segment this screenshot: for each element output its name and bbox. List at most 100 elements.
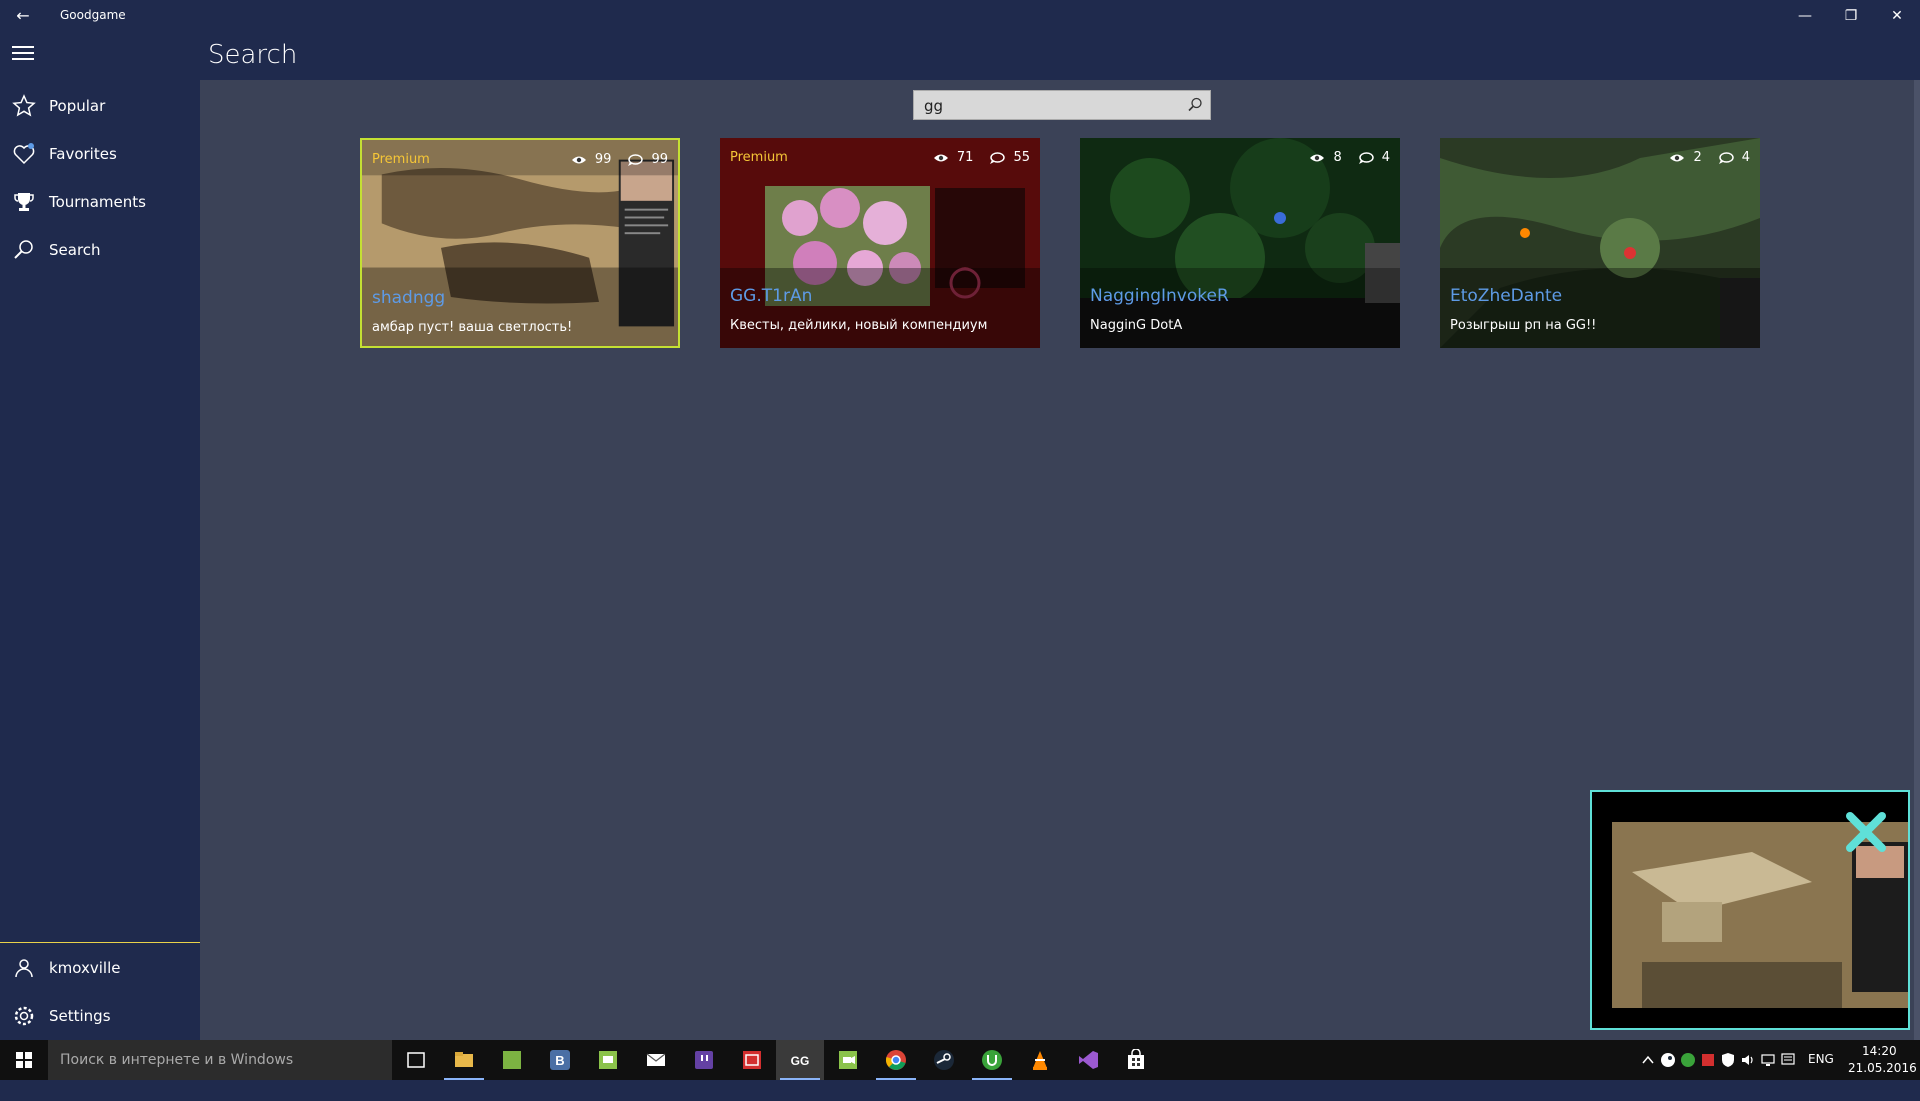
stream-title: амбар пуст! ваша светлость!: [372, 320, 573, 335]
sidebar-item-settings[interactable]: Settings: [0, 996, 200, 1036]
stream-title: Квесты, дейлики, новый компендиум: [730, 318, 988, 333]
comment-icon: [628, 153, 644, 166]
premium-badge: Premium: [372, 152, 430, 167]
volume-icon[interactable]: [1740, 1052, 1756, 1068]
app-icon: [503, 1051, 521, 1069]
search-icon[interactable]: [1186, 96, 1204, 114]
viewer-count: 99: [594, 152, 612, 167]
utorrent-icon: [982, 1050, 1002, 1070]
stream-card[interactable]: 2 4 EtoZheDante Розыгрыш рп на GG!!: [1440, 138, 1760, 348]
windows-start-icon[interactable]: [0, 1040, 48, 1080]
eye-icon: [1670, 154, 1685, 161]
taskbar-app-red[interactable]: [728, 1040, 776, 1080]
stream-thumbnail: [1440, 138, 1760, 348]
stream-card[interactable]: 8 4 NaggingInvokeR NagginG DotA: [1080, 138, 1400, 348]
sidebar-item-label: Tournaments: [49, 193, 146, 211]
taskbar-search[interactable]: Поиск в интернете и в Windows: [48, 1040, 392, 1080]
header: Search: [0, 32, 1920, 80]
viewer-count: 2: [1693, 150, 1702, 165]
stream-stats: 8 4: [1293, 150, 1390, 165]
sidebar: Popular Favorites Tournaments Search kmo…: [0, 80, 200, 1040]
sidebar-item-label: Favorites: [49, 145, 117, 163]
clock-date[interactable]: 21.05.2016: [1848, 1061, 1917, 1101]
comment-count: 55: [1013, 150, 1030, 165]
minimize-button[interactable]: —: [1782, 0, 1828, 32]
taskbar-app-mail[interactable]: [632, 1040, 680, 1080]
search-icon: [14, 240, 33, 259]
sidebar-item-tournaments[interactable]: Tournaments: [0, 182, 200, 222]
hamburger-menu-icon[interactable]: [12, 46, 34, 64]
taskbar-app-chrome[interactable]: [872, 1040, 920, 1080]
taskbar-app-video[interactable]: [824, 1040, 872, 1080]
vertical-scrollbar[interactable]: [1914, 80, 1920, 1040]
search-input[interactable]: [922, 95, 1176, 117]
shield-icon[interactable]: [1720, 1052, 1736, 1068]
mini-player[interactable]: [1590, 790, 1910, 1030]
channel-name[interactable]: shadngg: [372, 288, 445, 308]
sidebar-divider: [0, 942, 200, 943]
task-view-button[interactable]: [392, 1040, 440, 1080]
steam-tray-icon[interactable]: [1660, 1052, 1676, 1068]
taskbar-app-visual-studio[interactable]: [1064, 1040, 1112, 1080]
taskbar-app-steam[interactable]: [920, 1040, 968, 1080]
close-button[interactable]: ✕: [1874, 0, 1920, 32]
sidebar-item-label: kmoxville: [49, 959, 121, 977]
star-icon: [12, 94, 36, 117]
store-icon: [1128, 1049, 1144, 1069]
taskbar-app-green[interactable]: [488, 1040, 536, 1080]
utorrent-tray-icon[interactable]: [1680, 1052, 1696, 1068]
app-tray-icon[interactable]: [1700, 1052, 1716, 1068]
stream-stats: 71 55: [917, 150, 1030, 165]
taskbar-app-vk[interactable]: B: [536, 1040, 584, 1080]
goodgame-icon: GG: [791, 1054, 810, 1068]
scrollbar-thumb[interactable]: [1914, 80, 1920, 1040]
folder-icon: [455, 1052, 473, 1067]
premium-badge: Premium: [730, 150, 788, 165]
chat-icon: [599, 1051, 617, 1069]
sidebar-item-popular[interactable]: Popular: [0, 86, 200, 126]
page-title: Search: [208, 40, 298, 70]
video-icon: [839, 1051, 857, 1069]
stream-thumbnail: [362, 140, 678, 346]
network-icon[interactable]: [1760, 1052, 1776, 1068]
channel-name[interactable]: NaggingInvokeR: [1090, 286, 1229, 306]
sidebar-item-label: Popular: [49, 97, 106, 115]
stream-stats: 99 99: [555, 152, 668, 167]
taskbar: Поиск в интернете и в Windows B GG ENG 1…: [0, 1040, 1920, 1080]
comment-count: 4: [1381, 150, 1390, 165]
taskbar-app-store[interactable]: [1112, 1040, 1160, 1080]
eye-icon: [933, 154, 948, 161]
chevron-up-icon[interactable]: [1640, 1052, 1656, 1068]
notification-icon[interactable]: [1780, 1052, 1796, 1068]
sidebar-item-search[interactable]: Search: [0, 230, 200, 270]
taskbar-app-goodgame[interactable]: GG: [776, 1040, 824, 1080]
mail-icon: [646, 1053, 666, 1066]
restore-button[interactable]: ❐: [1828, 0, 1874, 32]
stream-card[interactable]: Premium 71 55 GG.T1rAn Квесты, дейлики, …: [720, 138, 1040, 348]
stream-card[interactable]: Premium 99 99 shadngg амбар пуст! ваша с…: [360, 138, 680, 348]
taskbar-app-messenger[interactable]: [584, 1040, 632, 1080]
comment-count: 4: [1741, 150, 1750, 165]
app-icon: [743, 1051, 761, 1069]
taskbar-search-placeholder: Поиск в интернете и в Windows: [60, 1052, 294, 1068]
sidebar-item-favorites[interactable]: Favorites: [0, 134, 200, 174]
taskbar-app-twitch[interactable]: [680, 1040, 728, 1080]
sidebar-item-user[interactable]: kmoxville: [0, 948, 200, 988]
language-indicator[interactable]: ENG: [1808, 1052, 1834, 1092]
search-box[interactable]: [913, 90, 1211, 120]
stream-thumbnail: [720, 138, 1040, 348]
vk-icon: B: [550, 1050, 570, 1070]
taskbar-app-utorrent[interactable]: [968, 1040, 1016, 1080]
channel-name[interactable]: EtoZheDante: [1450, 286, 1562, 306]
comment-icon: [990, 151, 1006, 164]
close-icon[interactable]: [1842, 808, 1890, 856]
channel-name[interactable]: GG.T1rAn: [730, 286, 812, 306]
comment-icon: [1718, 151, 1734, 164]
steam-icon: [934, 1050, 954, 1070]
eye-icon: [1310, 154, 1325, 161]
sidebar-item-label: Settings: [49, 1007, 111, 1025]
back-button[interactable]: ←: [10, 4, 36, 28]
vlc-icon: [1033, 1051, 1047, 1070]
taskbar-app-vlc[interactable]: [1016, 1040, 1064, 1080]
taskbar-app-explorer[interactable]: [440, 1040, 488, 1080]
